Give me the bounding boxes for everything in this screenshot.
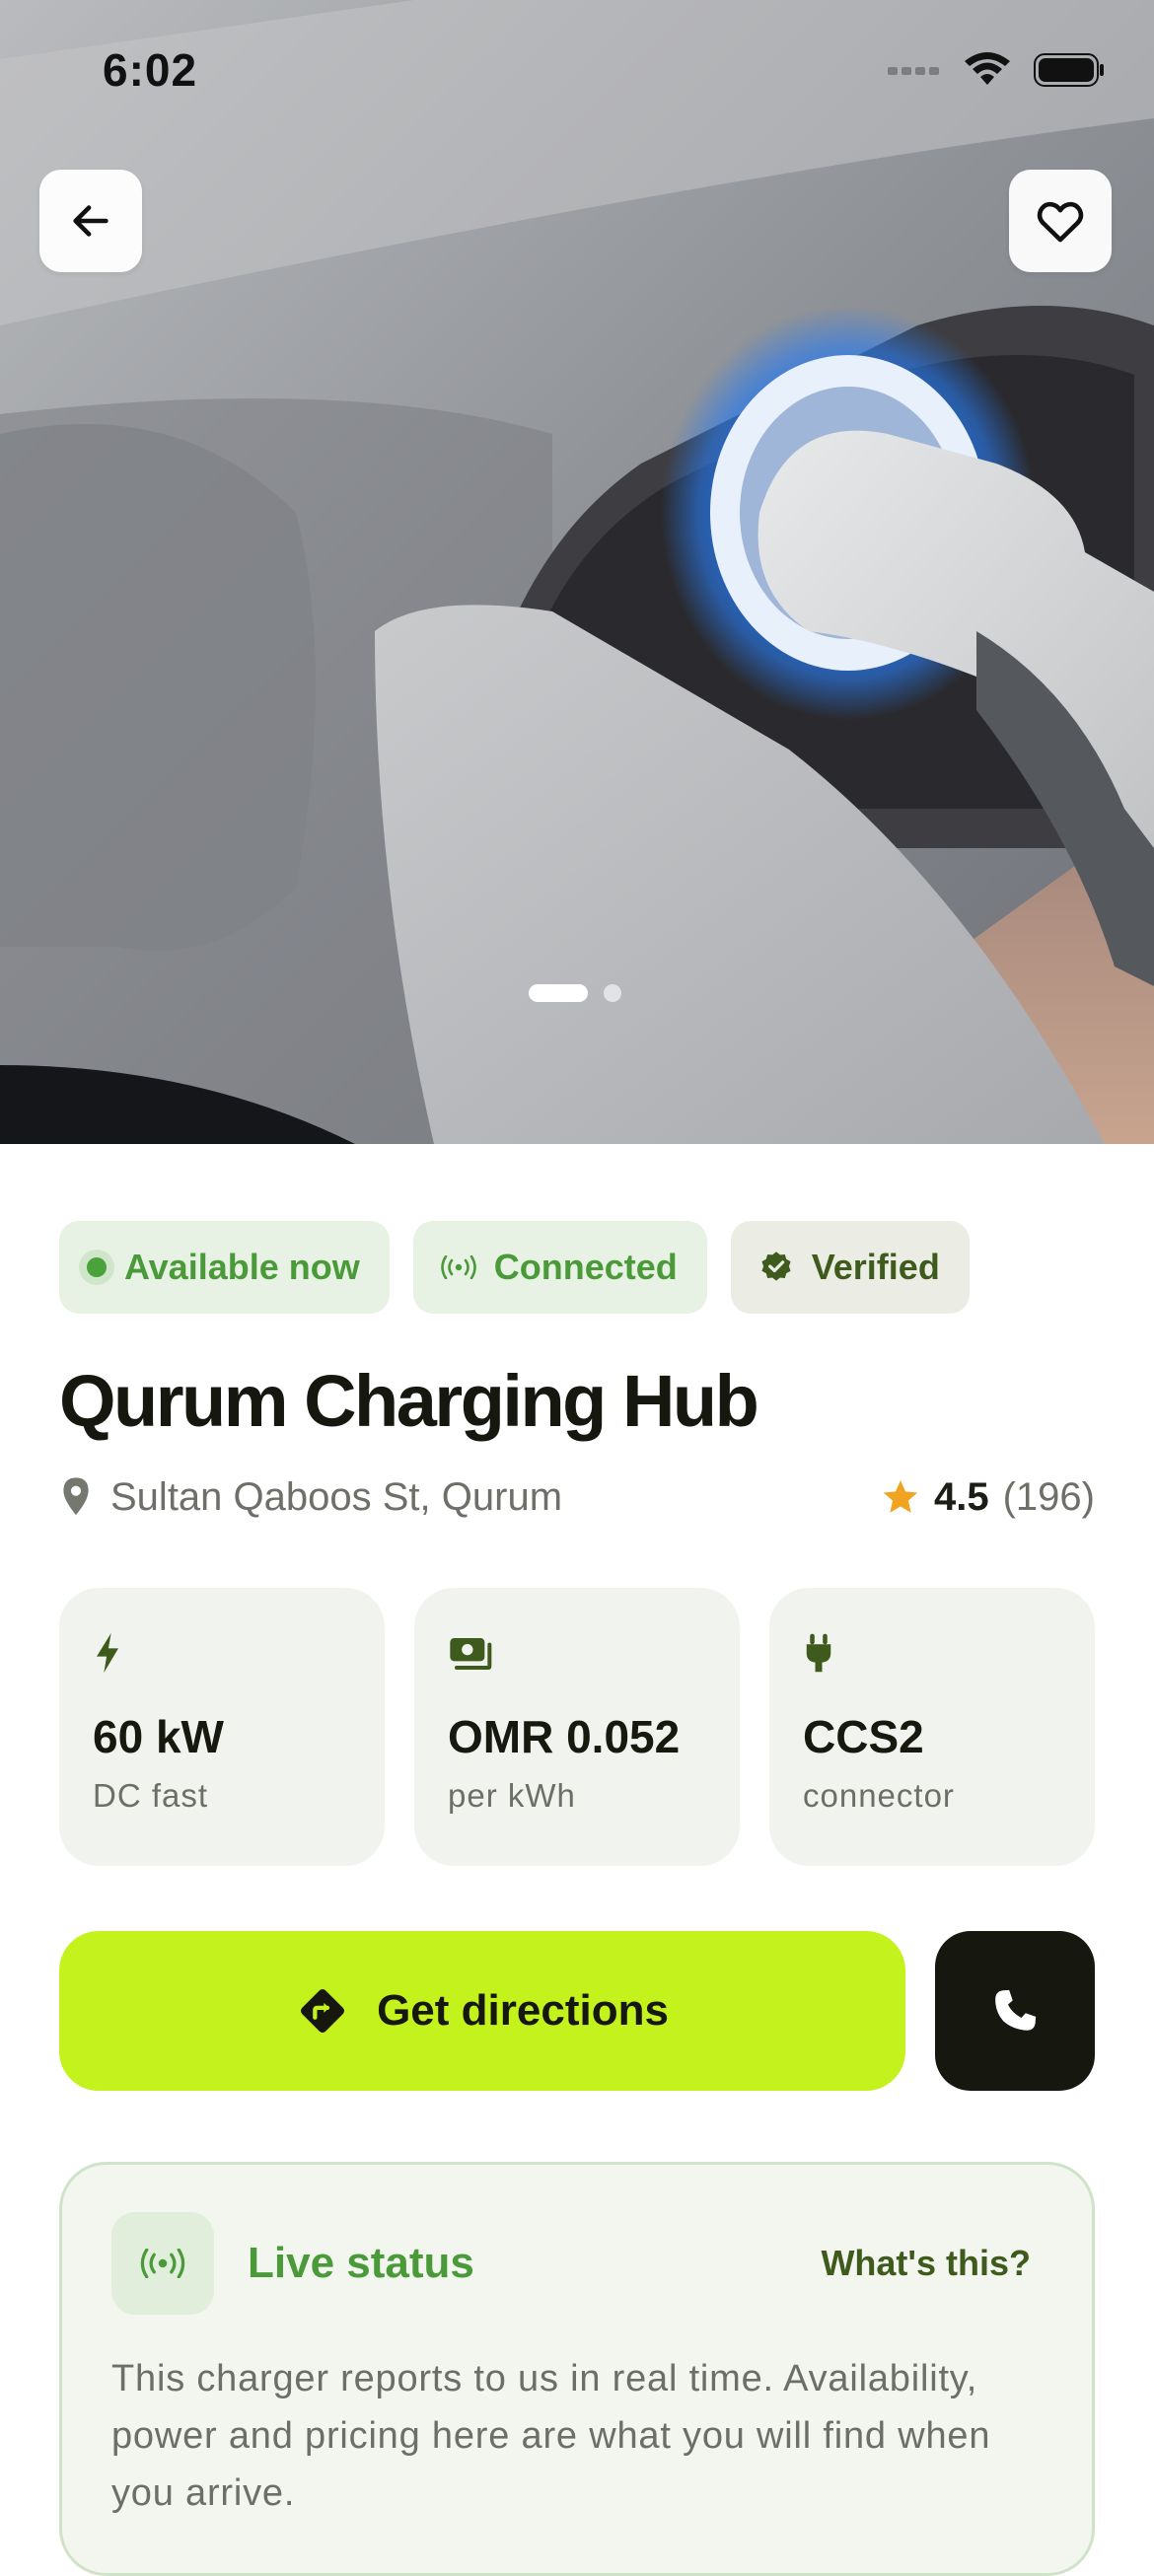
price-card: OMR 0.052 per kWh bbox=[414, 1588, 740, 1866]
power-card: 60 kW DC fast bbox=[59, 1588, 385, 1866]
get-directions-label: Get directions bbox=[377, 1986, 669, 2035]
whats-this-link[interactable]: What's this? bbox=[821, 2243, 1031, 2284]
arrow-left-icon bbox=[73, 205, 108, 237]
price-value: OMR 0.052 bbox=[448, 1711, 681, 1762]
station-title: Qurum Charging Hub bbox=[59, 1360, 759, 1442]
verified-chip: Verified bbox=[730, 1221, 970, 1314]
review-count: (196) bbox=[1002, 1474, 1095, 1519]
connected-chip: Connected bbox=[412, 1221, 707, 1314]
status-icons bbox=[888, 51, 1105, 89]
power-label: DC fast bbox=[93, 1777, 209, 1814]
favorite-button[interactable] bbox=[1009, 170, 1112, 272]
rating[interactable]: 4.5 (196) bbox=[881, 1475, 1095, 1520]
get-directions-button[interactable]: Get directions bbox=[59, 1931, 905, 2091]
carousel-dot-active[interactable] bbox=[529, 984, 588, 1002]
live-status-card: Live status What's this? This charger re… bbox=[59, 2162, 1095, 2576]
charging-photo bbox=[0, 0, 1154, 1144]
signal-icon bbox=[888, 67, 939, 75]
cash-icon bbox=[448, 1631, 706, 1675]
battery-icon bbox=[1034, 53, 1104, 87]
spec-cards: 60 kW DC fast OMR 0.052 per kWh CCS2 con… bbox=[59, 1588, 1095, 1866]
power-value: 60 kW bbox=[93, 1711, 224, 1762]
connected-chip-label: Connected bbox=[493, 1247, 678, 1287]
carousel-indicator bbox=[529, 984, 621, 1002]
live-dot-icon bbox=[87, 1257, 107, 1277]
verified-chip-label: Verified bbox=[811, 1247, 940, 1287]
location-pin-icon bbox=[63, 1477, 89, 1516]
connector-value: CCS2 bbox=[803, 1711, 924, 1762]
live-status-description: This charger reports to us in real time.… bbox=[111, 2358, 991, 2514]
available-chip: Available now bbox=[59, 1221, 390, 1314]
connector-label: connector bbox=[803, 1777, 955, 1814]
rating-value: 4.5 bbox=[934, 1474, 989, 1519]
hero-image: 6:02 bbox=[0, 0, 1154, 1144]
heart-outline-icon bbox=[1037, 201, 1084, 243]
bolt-icon bbox=[93, 1631, 351, 1675]
star-icon bbox=[883, 1480, 918, 1513]
live-status-title: Live status bbox=[248, 2239, 474, 2287]
status-bar: 6:02 bbox=[0, 0, 1154, 148]
status-chips: Available now Connected Verified bbox=[59, 1221, 970, 1314]
plug-icon bbox=[803, 1631, 1061, 1675]
back-button[interactable] bbox=[39, 170, 142, 272]
live-status-heading: Live status bbox=[111, 2212, 474, 2315]
live-status-header: Live status What's this? bbox=[111, 2212, 1043, 2315]
action-row: Get directions bbox=[59, 1931, 1095, 2091]
broadcast-icon bbox=[440, 1255, 476, 1279]
live-broadcast-icon bbox=[111, 2212, 214, 2315]
wifi-icon bbox=[965, 52, 1010, 85]
address-row: Sultan Qaboos St, Qurum 4.5 (196) bbox=[59, 1467, 1095, 1527]
status-time: 6:02 bbox=[103, 44, 198, 96]
directions-icon bbox=[301, 1988, 345, 2034]
phone-icon bbox=[995, 1989, 1037, 2031]
call-button[interactable] bbox=[935, 1931, 1095, 2091]
verified-badge-icon bbox=[758, 1250, 794, 1285]
address-text: Sultan Qaboos St, Qurum bbox=[110, 1474, 563, 1519]
address[interactable]: Sultan Qaboos St, Qurum bbox=[59, 1475, 562, 1520]
connector-card: CCS2 connector bbox=[769, 1588, 1095, 1866]
station-details: Available now Connected Verified Qurum C… bbox=[0, 1144, 1154, 2576]
available-chip-label: Available now bbox=[124, 1247, 360, 1287]
price-label: per kWh bbox=[448, 1777, 576, 1814]
carousel-dot[interactable] bbox=[604, 984, 621, 1002]
